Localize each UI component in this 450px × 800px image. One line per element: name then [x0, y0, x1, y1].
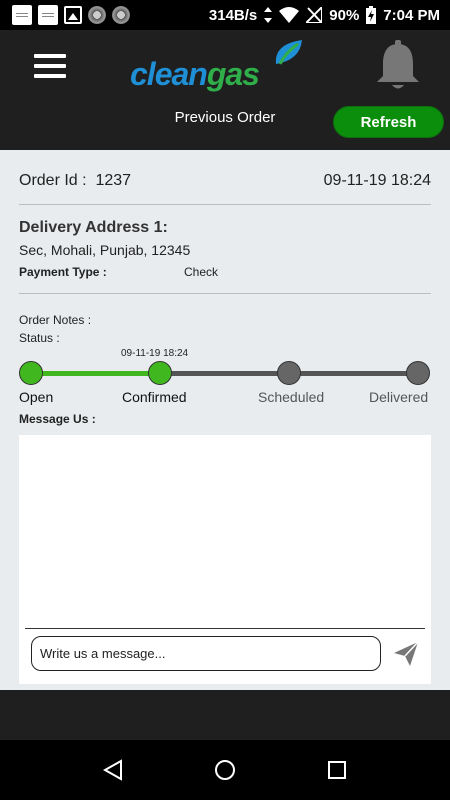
cleangas-logo: cleangas — [130, 40, 310, 94]
battery-percent: 90% — [329, 6, 360, 24]
divider — [25, 628, 425, 629]
step-label-delivered: Delivered — [369, 389, 429, 405]
notification-image-icon — [64, 6, 82, 24]
battery-charging-icon — [366, 6, 377, 24]
notification-app-icon — [88, 6, 106, 24]
data-arrows-icon — [264, 7, 273, 23]
message-input[interactable] — [31, 636, 381, 671]
notification-doc-icon — [38, 5, 58, 25]
net-speed: 314B/s — [208, 6, 258, 24]
wifi-icon — [279, 7, 300, 23]
delivery-address: Sec, Mohali, Punjab, 12345 — [19, 242, 191, 258]
no-signal-icon — [306, 7, 323, 23]
logo-text-clean: clean — [130, 56, 208, 92]
step-node-scheduled — [277, 361, 301, 385]
refresh-button[interactable]: Refresh — [333, 106, 444, 138]
message-us-label: Message Us : — [19, 412, 96, 426]
android-nav-bar — [0, 740, 450, 800]
order-notes-label: Order Notes : — [19, 313, 92, 327]
app-header: cleangas Previous Order Refresh — [0, 30, 450, 150]
back-icon[interactable] — [101, 758, 125, 782]
send-icon[interactable] — [392, 640, 420, 668]
logo-text-gas: gas — [206, 56, 260, 92]
payment-type-value: Check — [184, 265, 219, 279]
progress-track-done — [31, 371, 160, 376]
notification-app-icon — [112, 6, 130, 24]
divider — [19, 293, 431, 294]
status-bar: 314B/s 90% 7:04 PM — [0, 0, 450, 30]
step-date: 09-11-19 18:24 — [121, 348, 189, 359]
hamburger-menu-icon[interactable] — [34, 54, 66, 78]
step-label-open: Open — [19, 389, 54, 405]
home-icon[interactable] — [213, 758, 237, 782]
bottom-bar — [0, 690, 450, 740]
notification-doc-icon — [12, 5, 32, 25]
divider — [19, 204, 431, 205]
step-node-open — [19, 361, 43, 385]
order-id: Order Id : 1237 — [19, 172, 132, 189]
step-node-confirmed — [148, 361, 172, 385]
clock: 7:04 PM — [383, 6, 440, 24]
step-node-delivered — [406, 361, 430, 385]
message-thread — [19, 435, 431, 684]
delivery-address-title: Delivery Address 1: — [19, 219, 168, 236]
step-label-scheduled: Scheduled — [258, 389, 325, 405]
recents-icon[interactable] — [325, 758, 349, 782]
bell-icon[interactable] — [374, 40, 422, 90]
step-label-confirmed: Confirmed — [122, 389, 187, 405]
payment-type-label: Payment Type : — [19, 265, 107, 279]
order-detail: Order Id : 1237 09-11-19 18:24 Delivery … — [0, 150, 450, 690]
leaf-icon — [275, 40, 302, 65]
order-datetime: 09-11-19 18:24 — [323, 172, 431, 189]
status-label: Status : — [19, 331, 60, 345]
